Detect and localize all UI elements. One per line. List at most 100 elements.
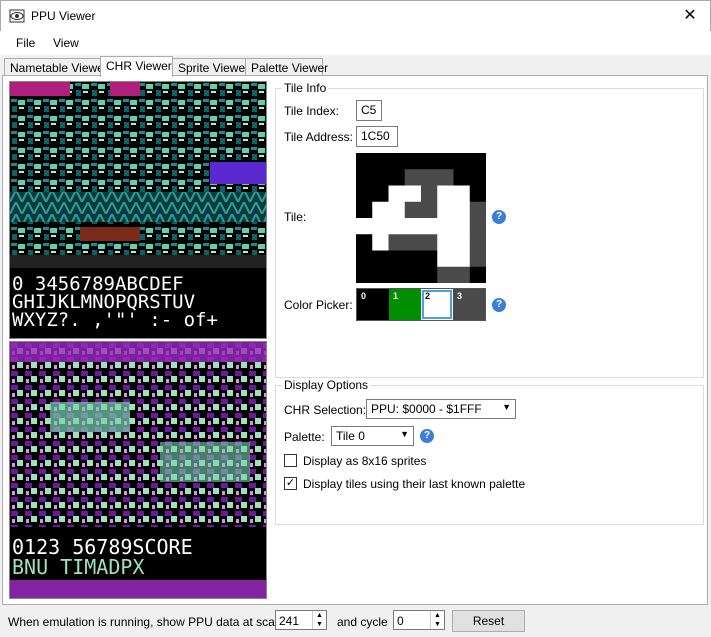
chr-viewer-panel: 0 3456789ABCDEF GHIJKLMNOPQRSTUV WXYZ?. …	[2, 75, 708, 605]
tab-chr-viewer[interactable]: CHR Viewer	[100, 56, 173, 77]
tile-pixel	[453, 185, 471, 203]
tile-address-field[interactable]: 1C50	[356, 126, 398, 147]
tile-pixel	[453, 234, 471, 251]
color-swatch-label: 3	[457, 291, 463, 301]
color-swatch-label: 0	[361, 291, 367, 301]
tile-pixel	[356, 201, 373, 219]
tile-pixel	[421, 250, 438, 268]
spinner-arrows-icon[interactable]: ▲ ▼	[312, 611, 326, 629]
palette-label: Palette:	[284, 430, 325, 444]
display-options-title: Display Options	[282, 378, 371, 392]
chevron-down-icon: ▼	[502, 402, 511, 412]
tab-nametable-viewer[interactable]: Nametable Viewer	[4, 58, 108, 76]
chevron-down-icon: ▼	[400, 429, 409, 439]
chr-selection-dropdown[interactable]: PPU: $0000 - $1FFF ▼	[366, 399, 516, 419]
tile-preview[interactable]	[356, 153, 486, 283]
chr-bank-1-canvas[interactable]: 0123 56789SCORE BNU TIMADPX	[9, 341, 267, 599]
tile-label: Tile:	[284, 210, 307, 224]
tile-pixel	[356, 169, 373, 186]
tile-pixel	[453, 218, 471, 235]
tile-pixel	[404, 185, 422, 203]
color-picker: 0 1 2 3	[356, 288, 486, 321]
tile-pixel	[388, 266, 406, 283]
close-button[interactable]: ✕	[680, 6, 700, 26]
chr-bank-0-image: 0 3456789ABCDEF GHIJKLMNOPQRSTUV WXYZ?. …	[10, 82, 266, 338]
tile-pixel	[388, 234, 406, 251]
tile-pixel	[469, 169, 486, 186]
tile-pixel	[388, 153, 406, 170]
menu-file[interactable]: File	[16, 36, 35, 50]
tile-pixel	[372, 201, 389, 219]
menu-view[interactable]: View	[53, 36, 79, 50]
tile-pixel	[372, 218, 389, 235]
palette-help-icon[interactable]: ?	[420, 429, 434, 443]
chr-bank-1-image: 0123 56789SCORE BNU TIMADPX	[10, 342, 266, 598]
reset-button[interactable]: Reset	[452, 610, 525, 632]
palette-value: Tile 0	[336, 429, 365, 443]
tile-pixel	[404, 153, 422, 170]
chr-text-row3: WXYZ?. ,'"' :- of+	[12, 309, 218, 331]
window-title: PPU Viewer	[31, 9, 96, 23]
tile-pixel	[469, 234, 486, 251]
tile-pixel	[469, 218, 486, 235]
color-swatch-3[interactable]: 3	[453, 289, 485, 320]
tile-pixel	[469, 153, 486, 170]
tab-palette-viewer[interactable]: Palette Viewer	[245, 58, 328, 76]
color-swatch-2[interactable]: 2	[421, 289, 453, 320]
tile-pixel	[372, 169, 389, 186]
color-swatch-0[interactable]: 0	[357, 289, 389, 320]
tile-pixel	[421, 153, 438, 170]
scanline-value: 241	[279, 614, 300, 628]
tile-pixel	[372, 266, 389, 283]
display-options-group: Display Options CHR Selection: PPU: $000…	[275, 378, 704, 525]
cycle-value: 0	[397, 614, 404, 628]
tile-address-label: Tile Address:	[284, 130, 353, 144]
tile-pixel	[356, 250, 373, 268]
scanline-spinner[interactable]: 241 ▲ ▼	[275, 610, 327, 630]
tile-pixel	[388, 201, 406, 219]
tile-pixel	[453, 153, 471, 170]
bottom-bar: When emulation is running, show PPU data…	[0, 607, 711, 637]
tile-pixel	[404, 250, 422, 268]
tile-pixel	[437, 201, 454, 219]
tile-pixel	[356, 218, 373, 235]
chr-bank-0-canvas[interactable]: 0 3456789ABCDEF GHIJKLMNOPQRSTUV WXYZ?. …	[9, 81, 267, 339]
color-swatch-label: 1	[393, 291, 399, 301]
tab-sprite-viewer[interactable]: Sprite Viewer	[172, 58, 249, 76]
cycle-spinner[interactable]: 0 ▲ ▼	[393, 610, 445, 630]
display-8x16-checkbox[interactable]	[284, 454, 297, 467]
color-swatch-1[interactable]: 1	[389, 289, 421, 320]
tile-pixel	[421, 169, 438, 186]
tile-pixel	[388, 185, 406, 203]
last-known-palette-checkbox[interactable]: ✓	[284, 477, 297, 490]
last-known-palette-label[interactable]: Display tiles using their last known pal…	[303, 477, 525, 491]
spinner-arrows-icon[interactable]: ▲ ▼	[430, 611, 444, 629]
tile-index-field[interactable]: C5	[356, 100, 382, 121]
tile-pixel	[437, 250, 454, 268]
color-swatch-label: 2	[425, 291, 431, 301]
tile-pixel	[404, 169, 422, 186]
color-picker-help-icon[interactable]: ?	[492, 298, 506, 312]
app-eye-icon	[9, 9, 25, 23]
chr-text-row5: BNU TIMADPX	[12, 555, 144, 579]
tile-pixel	[356, 266, 373, 283]
tile-pixel	[421, 266, 438, 283]
display-8x16-label[interactable]: Display as 8x16 sprites	[303, 454, 426, 468]
tile-pixel	[453, 201, 471, 219]
tile-pixel	[356, 153, 373, 170]
tile-pixel	[372, 185, 389, 203]
color-picker-label: Color Picker:	[284, 298, 353, 312]
tile-pixel	[356, 234, 373, 251]
tile-pixel	[469, 266, 486, 283]
menu-bar: File View	[0, 31, 711, 55]
tile-pixel	[453, 266, 471, 283]
tile-index-label: Tile Index:	[284, 104, 339, 118]
palette-dropdown[interactable]: Tile 0 ▼	[331, 426, 414, 446]
tile-help-icon[interactable]: ?	[492, 210, 506, 224]
cycle-label: and cycle	[337, 615, 388, 629]
tile-pixel	[421, 185, 438, 203]
tile-pixel	[388, 218, 406, 235]
tile-pixel	[372, 153, 389, 170]
chr-selection-value: PPU: $0000 - $1FFF	[371, 402, 482, 416]
tile-pixel	[469, 185, 486, 203]
